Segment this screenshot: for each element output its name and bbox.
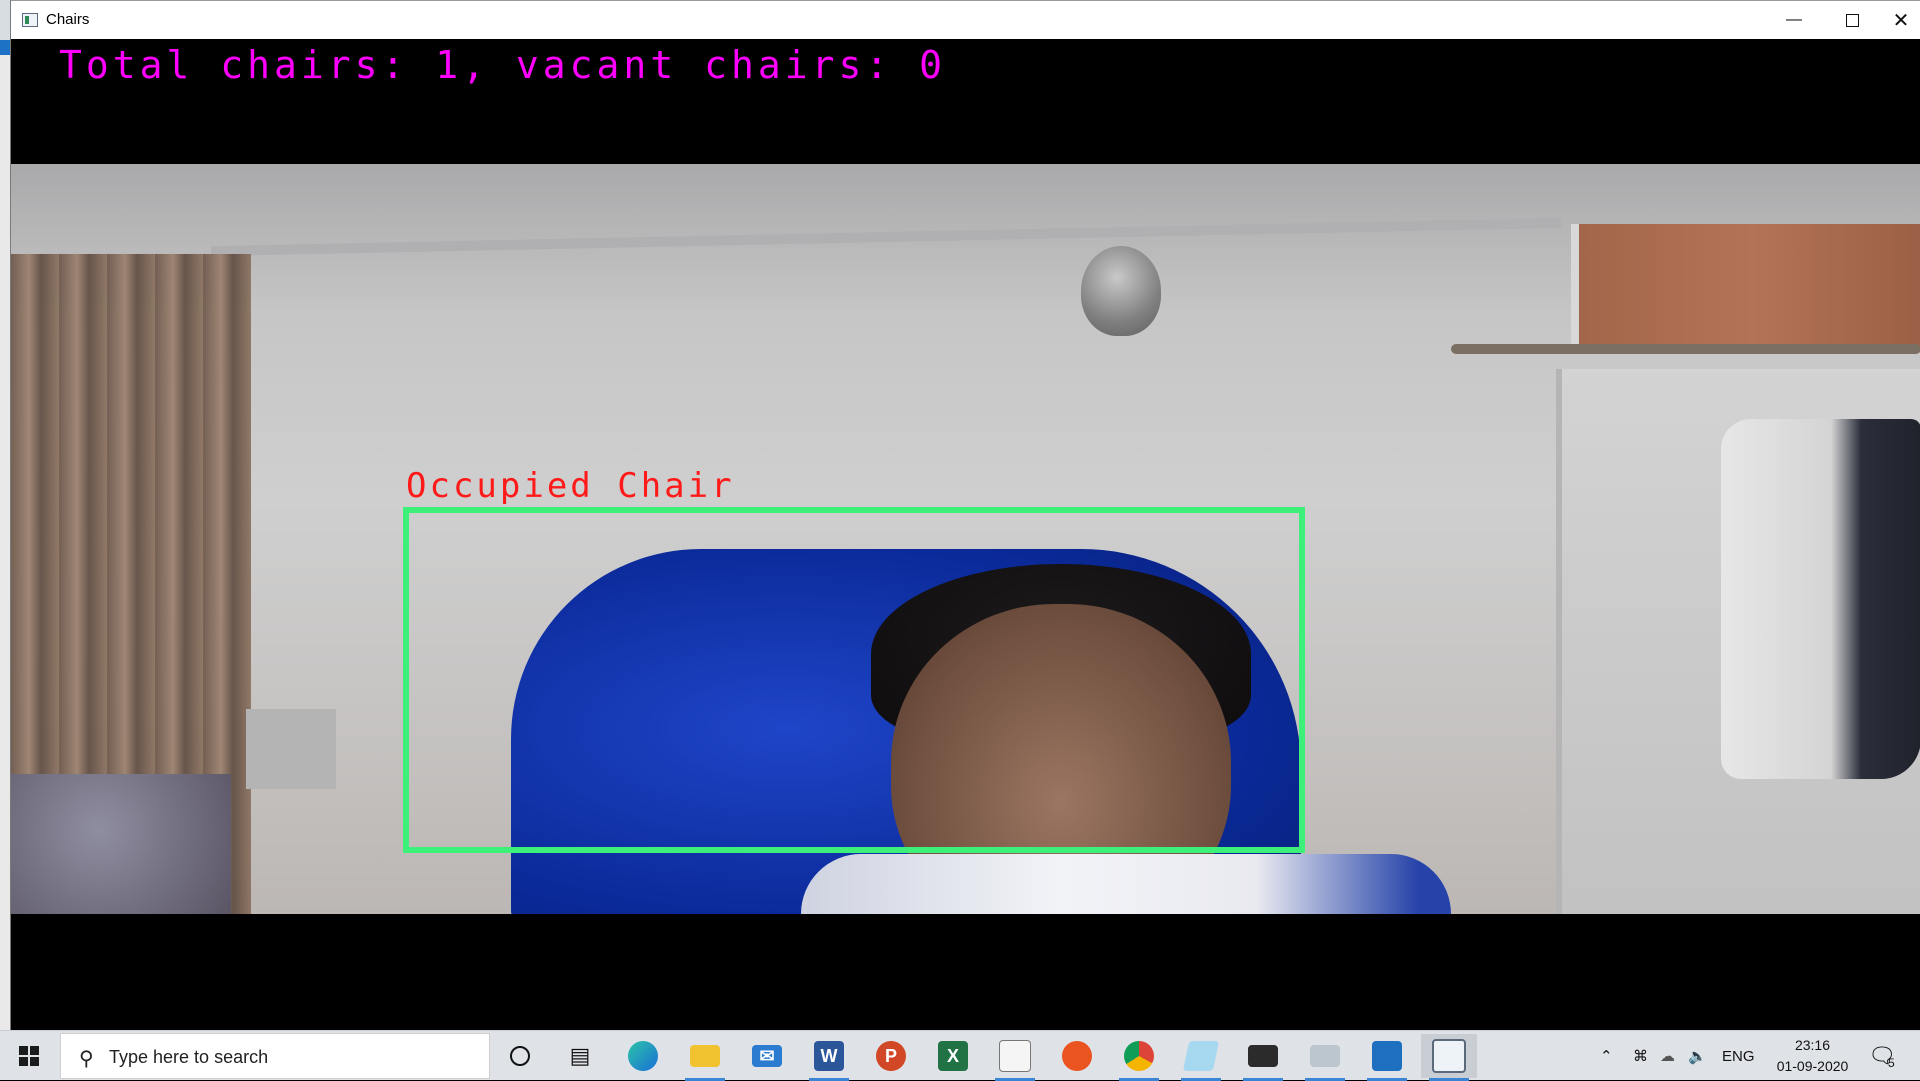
wall-lamp (1081, 246, 1161, 336)
clock[interactable]: 23:16 01-09-2020 (1760, 1035, 1865, 1077)
cloud-error-icon: ☁ (1660, 1048, 1675, 1065)
edge-button[interactable] (615, 1034, 671, 1078)
language-indicator: ENG (1722, 1047, 1755, 1065)
word-icon: W (814, 1041, 844, 1071)
scanner-icon (1310, 1045, 1340, 1067)
detection-label: Occupied Chair (406, 466, 735, 506)
show-hidden-icons-button[interactable]: ⌃ (1600, 1031, 1613, 1081)
minimize-button[interactable]: — (1765, 1, 1823, 39)
task-view-icon: ▤ (569, 1043, 591, 1068)
detection-box (403, 507, 1305, 853)
search-icon: ⚲ (79, 1048, 94, 1070)
curtain-rod (1451, 344, 1920, 354)
mail-icon: ✉ (752, 1045, 782, 1067)
maximize-button[interactable] (1823, 1, 1881, 39)
speaker-icon: 🔈 (1688, 1048, 1707, 1065)
scanner-button[interactable] (1297, 1034, 1353, 1081)
switchboard (246, 709, 336, 789)
maximize-icon (1845, 13, 1859, 27)
action-center-button[interactable]: 🗨 5 (1868, 1031, 1896, 1081)
hanging-clothes (1721, 419, 1920, 779)
chrome-button[interactable] (1111, 1034, 1167, 1081)
camera-frame: Occupied Chair (11, 164, 1920, 914)
terminal-icon (1248, 1045, 1278, 1067)
wooden-cabinet (1571, 224, 1920, 349)
clock-date: 01-09-2020 (1776, 1058, 1849, 1074)
network-button[interactable]: ⌘ (1633, 1031, 1648, 1081)
taskbar: ⚲ Type here to search ▤ ✉ W P X ⌃ ⌘ ☁ 🔈 … (0, 1030, 1920, 1081)
app-icon (22, 13, 38, 27)
chairs-app-button[interactable] (1421, 1034, 1477, 1081)
close-icon: ✕ (1892, 9, 1910, 32)
volume-button[interactable]: 🔈 (1688, 1031, 1707, 1081)
wifi-icon: ⌘ (1633, 1048, 1648, 1065)
chairs-app-icon (1432, 1039, 1466, 1073)
language-button[interactable]: ENG (1722, 1031, 1755, 1081)
notepad-button[interactable] (1173, 1034, 1229, 1081)
chevron-up-icon: ⌃ (1600, 1048, 1613, 1065)
photos-button[interactable] (1359, 1034, 1415, 1081)
clock-time: 23:16 (1794, 1037, 1831, 1053)
person-shirt (801, 854, 1451, 914)
notepad-icon (1182, 1041, 1220, 1071)
powerpoint-button[interactable]: P (863, 1034, 919, 1078)
mail-button[interactable]: ✉ (739, 1034, 795, 1078)
terminal-button[interactable] (1235, 1034, 1291, 1081)
ubuntu-button[interactable] (1049, 1034, 1105, 1078)
powerpoint-icon: P (876, 1041, 906, 1071)
chairs-window: Chairs — ✕ Total chairs: 1, vacant chair… (10, 0, 1920, 1030)
windows-logo-icon (19, 1046, 39, 1066)
close-button[interactable]: ✕ (1881, 1, 1920, 39)
title-bar[interactable]: Chairs — ✕ (11, 0, 1920, 39)
wall-ledge (211, 217, 1561, 257)
search-placeholder: Type here to search (109, 1047, 269, 1067)
photos-icon (1372, 1041, 1402, 1071)
python-file-button[interactable] (987, 1034, 1043, 1081)
onedrive-button[interactable]: ☁ (1660, 1031, 1675, 1081)
word-button[interactable]: W (801, 1034, 857, 1081)
excel-icon: X (938, 1041, 968, 1071)
file-explorer-button[interactable] (677, 1034, 733, 1081)
cortana-button[interactable] (492, 1034, 548, 1078)
minimize-icon: — (1786, 11, 1802, 28)
bedsheet (11, 774, 231, 914)
chrome-icon (1124, 1041, 1154, 1071)
folder-icon (690, 1045, 720, 1067)
ubuntu-icon (1062, 1041, 1092, 1071)
circle-icon (510, 1046, 530, 1066)
search-box[interactable]: ⚲ Type here to search (60, 1033, 490, 1079)
edge-icon (628, 1041, 658, 1071)
python-file-icon (999, 1040, 1031, 1072)
window-title: Chairs (46, 11, 90, 28)
task-view-button[interactable]: ▤ (552, 1034, 608, 1078)
chair-count-text: Total chairs: 1, vacant chairs: 0 (59, 43, 946, 87)
excel-button[interactable]: X (925, 1034, 981, 1078)
video-canvas: Total chairs: 1, vacant chairs: 0 Occupi… (11, 39, 1920, 1030)
notification-count: 5 (1887, 1056, 1895, 1070)
start-button[interactable] (0, 1031, 58, 1081)
